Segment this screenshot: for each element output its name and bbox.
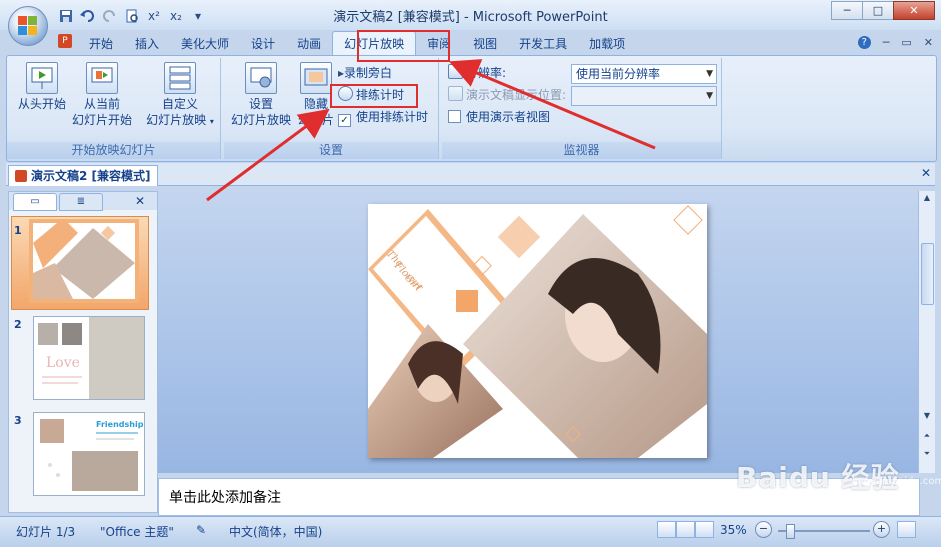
- office-button[interactable]: [8, 6, 48, 46]
- annotation-arrows: [206, 59, 656, 202]
- annotation-arrow-to-tab: [448, 59, 656, 150]
- annotation-arrow-to-rehearse: [206, 108, 330, 202]
- office-logo-icon: [18, 16, 38, 36]
